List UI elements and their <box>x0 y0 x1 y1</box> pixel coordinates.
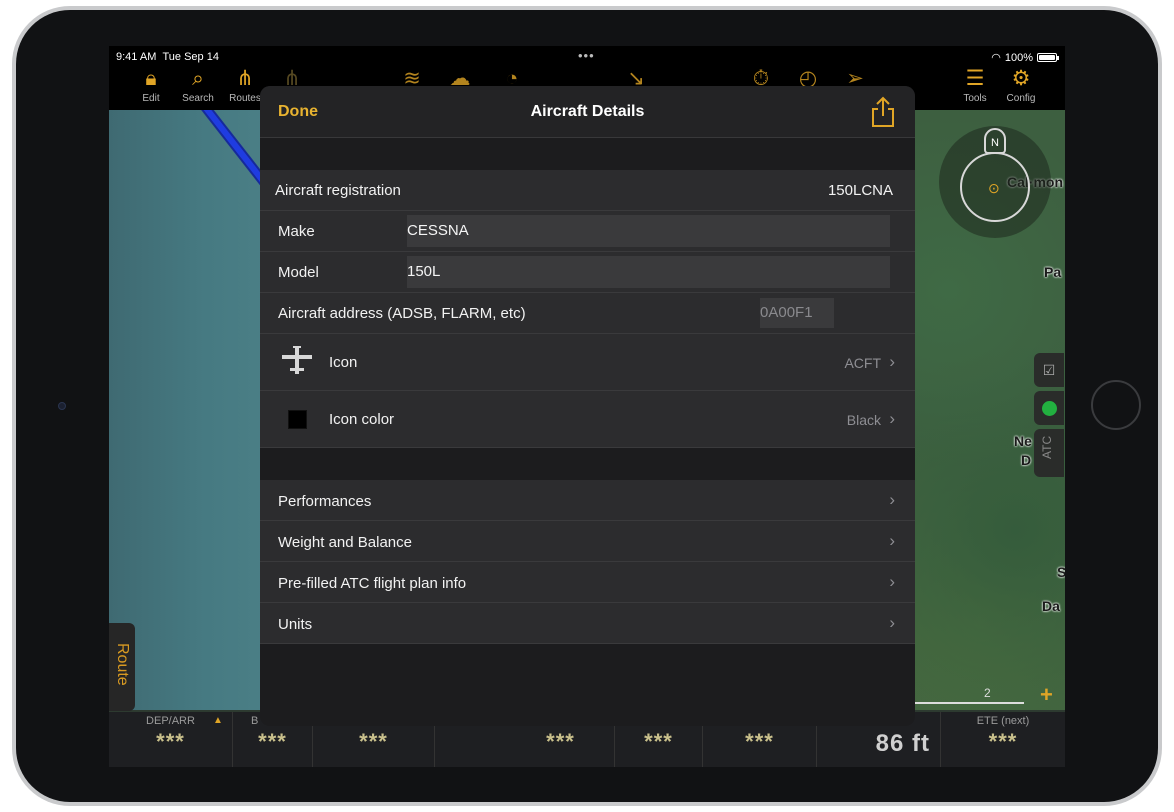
compass-widget[interactable]: N ⊙ <box>939 126 1051 238</box>
aircraft-details-modal: Done Aircraft Details Aircraft registrat… <box>260 86 915 726</box>
lock-icon: 🔒︎ <box>145 67 157 90</box>
tools-label: Tools <box>963 93 987 104</box>
modal-header: Done Aircraft Details <box>260 86 915 138</box>
chevron-right-icon: › <box>889 490 895 509</box>
model-row: Model 150L <box>260 252 915 293</box>
icon-row[interactable]: Icon ACFT › <box>260 334 915 391</box>
modal-title: Aircraft Details <box>530 103 645 120</box>
routes-icon: ⋔ <box>236 67 254 90</box>
model-field[interactable]: 150L <box>407 256 890 288</box>
scale-line <box>914 702 1024 704</box>
edit-label: Edit <box>142 93 160 104</box>
icon-color-value: Black <box>846 412 881 428</box>
icon-value: ACFT <box>844 355 881 371</box>
checklist-button[interactable]: ☑ <box>1034 353 1064 387</box>
atc-info-row[interactable]: Pre-filled ATC flight plan info › <box>260 562 915 603</box>
units-row[interactable]: Units › <box>260 603 915 644</box>
info-cell-value: *** <box>988 729 1018 754</box>
registration-label: Aircraft registration <box>275 182 401 199</box>
info-cell-value: *** <box>745 729 774 754</box>
registration-row[interactable]: Aircraft registration 150LCNA <box>260 170 915 211</box>
crosshair-icon: ⊙ <box>988 180 1000 196</box>
info-cell-value: *** <box>359 729 388 754</box>
status-dot-icon <box>1041 400 1057 416</box>
home-button[interactable] <box>1091 380 1141 430</box>
search-label: Search <box>182 93 214 104</box>
chevron-right-icon: › <box>889 572 895 591</box>
status-time-text: 9:41 AM <box>116 51 157 63</box>
chevron-right-icon: › <box>889 409 895 428</box>
scale-value: 2 <box>984 686 991 700</box>
info-cell-value: *** <box>258 729 287 754</box>
address-label: Aircraft address (ADSB, FLARM, etc) <box>278 305 526 322</box>
battery-icon <box>1037 53 1059 62</box>
make-field[interactable]: CESSNA <box>407 215 890 247</box>
color-swatch <box>288 410 307 429</box>
config-tool[interactable]: ⚙ Config <box>994 66 1048 110</box>
info-cell-value: *** <box>156 729 185 754</box>
gear-icon: ⚙ <box>1011 67 1031 90</box>
chevron-right-icon: › <box>889 531 895 550</box>
altitude-value: 86 ft <box>875 730 930 757</box>
info-cell-label: ETE (next) <box>976 715 1030 727</box>
icon-color-row[interactable]: Icon color Black › <box>260 391 915 448</box>
performances-label: Performances <box>278 493 372 510</box>
status-time: 9:41 AM Tue Sep 14 <box>116 51 219 63</box>
model-label: Model <box>278 264 319 281</box>
map-label: S <box>1057 564 1065 580</box>
routes-label: Routes <box>229 93 261 104</box>
route-tab[interactable]: Route <box>109 623 135 711</box>
zoom-in-button[interactable]: + <box>1040 682 1053 708</box>
scale-bar: 2 + <box>914 682 1060 708</box>
map-water-area[interactable] <box>109 110 269 710</box>
registration-value: 150LCNA <box>827 182 893 199</box>
screen: Cal·mon Pa Ne D S Da N ⊙ ☑ ATC Route 2 +… <box>109 46 1065 767</box>
camera-icon <box>58 402 66 410</box>
map-label: Ne <box>1014 433 1032 449</box>
icon-color-label: Icon color <box>329 411 395 428</box>
map-label: Da <box>1042 598 1060 614</box>
menu-icon: ☰ <box>965 67 985 90</box>
share-icon[interactable] <box>870 96 896 128</box>
status-button[interactable] <box>1034 391 1064 425</box>
performances-row[interactable]: Performances › <box>260 480 915 521</box>
weight-balance-row[interactable]: Weight and Balance › <box>260 521 915 562</box>
config-label: Config <box>1006 93 1036 104</box>
atc-tab[interactable]: ATC <box>1034 429 1064 477</box>
map-label: Pa <box>1044 264 1062 280</box>
address-row: Aircraft address (ADSB, FLARM, etc) 0A00… <box>260 293 915 334</box>
chevron-right-icon: › <box>889 613 895 632</box>
search-icon: ⌕ <box>192 67 204 90</box>
atc-tab-label: ATC <box>1040 435 1054 459</box>
address-field[interactable]: 0A00F1 <box>760 298 834 328</box>
chevron-right-icon: › <box>889 352 895 371</box>
icon-label: Icon <box>329 354 358 371</box>
units-label: Units <box>278 616 313 633</box>
section-gap <box>260 448 915 480</box>
status-bar: 9:41 AM Tue Sep 14 ••• ◠ 100% <box>109 46 1065 66</box>
make-row: Make CESSNA <box>260 211 915 252</box>
info-cell-ete[interactable]: ETE (next) *** <box>941 712 1065 767</box>
info-cell-value: *** <box>644 729 673 754</box>
make-label: Make <box>278 223 315 240</box>
airplane-icon <box>282 346 312 374</box>
compass-north-icon: N <box>984 128 1006 154</box>
wifi-icon: ◠ <box>991 52 1001 64</box>
map-label: D <box>1021 452 1032 468</box>
search-tool[interactable]: ⌕ Search <box>171 66 225 110</box>
checklist-icon: ☑ <box>1042 361 1056 378</box>
triangle-icon: ▲ <box>213 715 223 726</box>
battery-percent: 100% <box>1004 51 1033 64</box>
edit-tool[interactable]: 🔒︎ Edit <box>124 66 178 110</box>
status-date-text: Tue Sep 14 <box>162 51 219 63</box>
atc-info-label: Pre-filled ATC flight plan info <box>278 575 467 592</box>
info-cell-dep-arr[interactable]: DEP/ARR ▲ *** <box>109 712 233 767</box>
status-right: ◠ 100% <box>991 51 1059 64</box>
section-gap <box>260 138 915 170</box>
multitask-dots-icon[interactable]: ••• <box>578 48 595 63</box>
route-tab-label: Route <box>114 643 131 686</box>
weight-balance-label: Weight and Balance <box>278 534 412 551</box>
